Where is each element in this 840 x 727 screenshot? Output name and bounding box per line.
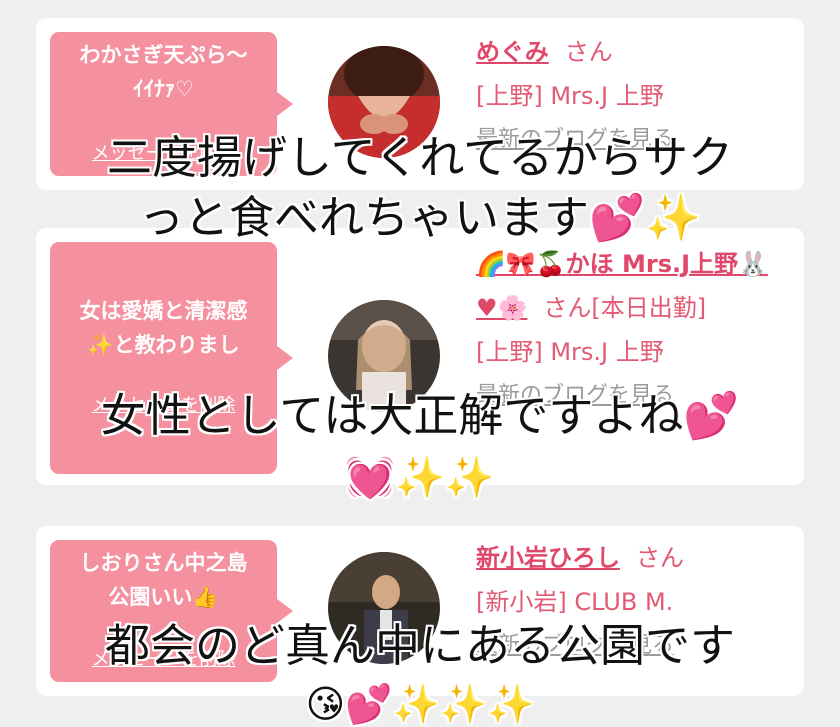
- caption-emoji-line: 💓✨✨: [345, 455, 495, 501]
- caption-line: 都会のど真ん中にある公園です: [104, 619, 735, 672]
- caption-line: 二度揚げしてくれてるからサク: [107, 131, 733, 184]
- message-text: わかさぎ天ぷら〜 ｲｲﾅｧ♡: [79, 43, 248, 101]
- sender-area: [上野] Mrs.J 上野: [476, 82, 664, 110]
- caption-line: 女性としては大正解ですよね💕: [100, 389, 740, 442]
- honorific: さん: [564, 38, 613, 66]
- sender-name-link[interactable]: 新小岩ひろし: [476, 544, 620, 572]
- message-text: しおりさん中之島 公園いい👍: [79, 551, 248, 609]
- message-text: 女は愛嬌と清潔感 ✨と教わりまし: [79, 299, 248, 357]
- message-card: 女は愛嬌と清潔感 ✨と教わりまし メッセージを削除 🌈🎀🍒かほ Mrs.J上野🐰…: [36, 228, 804, 485]
- caption-emoji-line: 😘💕✨✨✨: [305, 682, 535, 726]
- sender-area: [上野] Mrs.J 上野: [476, 338, 664, 366]
- messages-screen: わかさぎ天ぷら〜 ｲｲﾅｧ♡ メッセージを削除 めぐみ さん [上野] Mrs.J…: [0, 0, 840, 727]
- sender-name-link[interactable]: めぐみ: [476, 38, 549, 66]
- honorific: さん: [636, 544, 684, 572]
- caption-line: っと食べれちゃいます💕✨: [138, 191, 702, 244]
- honorific: さん[本日出勤]: [543, 294, 707, 322]
